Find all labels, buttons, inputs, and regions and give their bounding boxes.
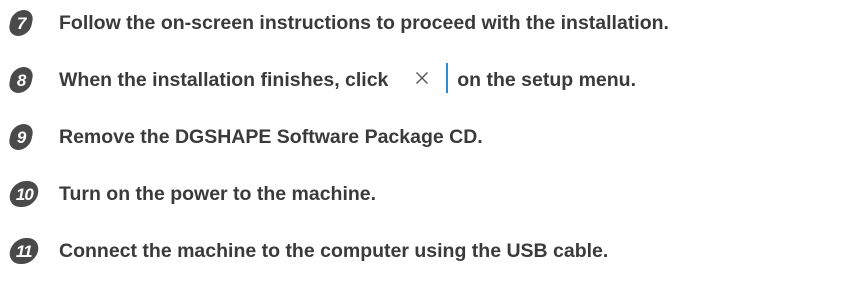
- step-9: 9 Remove the DGSHAPE Software Package CD…: [7, 120, 860, 177]
- step-text: Remove the DGSHAPE Software Package CD.: [59, 126, 483, 148]
- step-number: 10: [15, 184, 33, 204]
- step-number: 8: [16, 70, 26, 90]
- step-text: When the installation finishes, click on…: [59, 62, 637, 93]
- step-10: 10 Turn on the power to the machine.: [7, 177, 860, 234]
- step-11: 11 Connect the machine to the computer u…: [7, 234, 860, 291]
- step-text-before: When the installation finishes, click: [59, 69, 389, 91]
- close-icon: [406, 67, 438, 89]
- step-text: Follow the on-screen instructions to pro…: [59, 12, 669, 34]
- step-number: 7: [16, 13, 26, 33]
- step-number: 9: [16, 127, 26, 147]
- step-number-badge: 11: [7, 238, 41, 264]
- step-number-badge: 7: [7, 10, 35, 36]
- step-number: 11: [16, 241, 32, 261]
- close-button-illustration: [397, 62, 448, 93]
- step-8: 8 When the installation finishes, click …: [7, 62, 860, 120]
- step-list: 7 Follow the on-screen instructions to p…: [7, 6, 860, 291]
- step-number-badge: 8: [7, 67, 35, 93]
- step-7: 7 Follow the on-screen instructions to p…: [7, 6, 860, 63]
- step-number-badge: 10: [7, 181, 41, 207]
- step-text: Turn on the power to the machine.: [59, 183, 377, 205]
- step-number-badge: 9: [7, 124, 35, 150]
- step-text-after: on the setup menu.: [457, 69, 637, 91]
- step-text: Connect the machine to the computer usin…: [59, 240, 609, 262]
